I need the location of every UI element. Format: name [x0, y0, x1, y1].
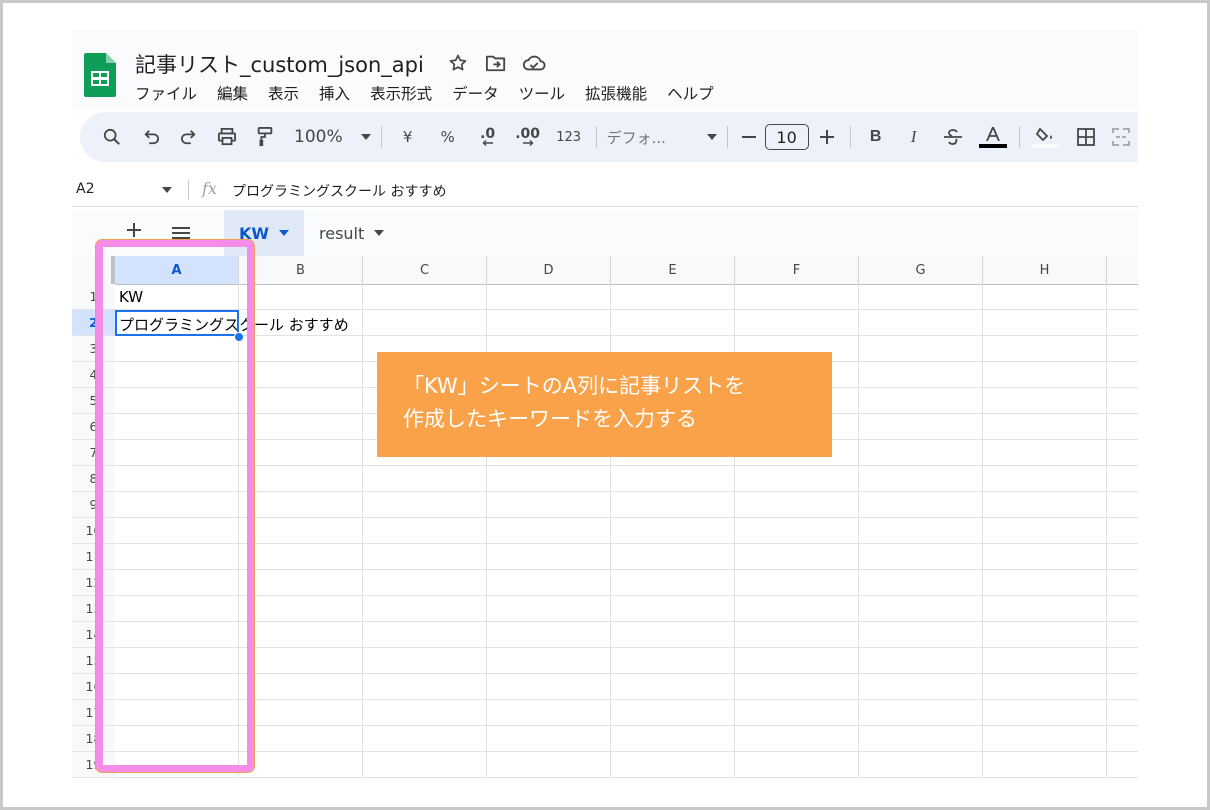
increase-decimal-label: .00: [515, 126, 541, 142]
column-a-highlight: [95, 239, 255, 773]
chevron-down-icon: [360, 134, 371, 140]
strikethrough-icon[interactable]: [933, 120, 973, 154]
formula-divider: [188, 180, 189, 200]
arrow-left-icon: [482, 140, 493, 146]
name-box[interactable]: A2: [76, 181, 94, 197]
undo-icon[interactable]: [132, 120, 170, 154]
zoom-value: 100%: [294, 127, 343, 147]
formula-input[interactable]: プログラミングスクール おすすめ: [232, 181, 446, 201]
menu-extensions[interactable]: 拡張機能: [585, 82, 647, 104]
column-header-h[interactable]: H: [983, 256, 1107, 284]
redo-icon[interactable]: [170, 120, 208, 154]
chevron-down-icon: [279, 230, 290, 236]
document-title[interactable]: 記事リスト_custom_json_api: [135, 49, 424, 79]
toolbar-divider: [595, 126, 597, 148]
add-sheet-icon[interactable]: [127, 222, 141, 241]
font-family-value: デフォ...: [606, 128, 666, 147]
italic-icon[interactable]: I: [895, 120, 933, 154]
font-size-input[interactable]: 10: [764, 124, 809, 150]
menu-tools[interactable]: ツール: [519, 82, 566, 104]
chevron-down-icon: [706, 134, 717, 140]
menu-bar: ファイル 編集 表示 挿入 表示形式 データ ツール 拡張機能 ヘルプ: [135, 82, 734, 104]
fill-color-icon[interactable]: [1026, 120, 1066, 154]
decrease-decimal-label: .0: [480, 126, 496, 142]
sheets-logo-icon[interactable]: [84, 53, 116, 97]
menu-format[interactable]: 表示形式: [370, 82, 432, 104]
chevron-down-icon[interactable]: [162, 187, 172, 193]
zoom-select[interactable]: 100%: [284, 120, 375, 154]
bold-icon[interactable]: B: [857, 120, 895, 154]
column-header-f[interactable]: F: [735, 256, 859, 284]
sheet-tab-label: result: [319, 223, 365, 243]
font-size-increase-icon[interactable]: [810, 120, 844, 154]
star-icon[interactable]: [446, 51, 470, 75]
increase-decimal-button[interactable]: .00: [508, 120, 548, 154]
arrow-right-icon: [522, 140, 534, 146]
print-icon[interactable]: [208, 120, 246, 154]
paint-format-icon[interactable]: [246, 120, 284, 154]
font-size-decrease-icon[interactable]: [734, 120, 764, 154]
toolbar-divider: [1018, 126, 1020, 148]
app-header: 記事リスト_custom_json_api ファイル 編集 表示 挿入 表示形式…: [72, 30, 1138, 110]
instruction-callout: 「KW」シートのA列に記事リストを 作成したキーワードを入力する: [377, 352, 832, 457]
merge-cells-icon[interactable]: [1106, 120, 1136, 154]
menu-edit[interactable]: 編集: [217, 82, 248, 104]
menu-file[interactable]: ファイル: [135, 82, 197, 104]
percent-format-button[interactable]: %: [428, 120, 468, 154]
toolbar-divider: [380, 126, 382, 148]
column-divider: [982, 284, 983, 778]
sheet-tab-result[interactable]: result: [319, 210, 385, 256]
column-header-c[interactable]: C: [363, 256, 487, 284]
menu-insert[interactable]: 挿入: [319, 82, 350, 104]
column-divider: [1106, 284, 1107, 778]
more-formats-button[interactable]: 123: [548, 120, 590, 154]
menu-view[interactable]: 表示: [268, 82, 299, 104]
column-header-e[interactable]: E: [611, 256, 735, 284]
search-menus-icon[interactable]: [92, 120, 132, 154]
column-header-d[interactable]: D: [487, 256, 611, 284]
column-header-g[interactable]: G: [859, 256, 983, 284]
cloud-saved-icon[interactable]: [522, 51, 546, 75]
currency-format-button[interactable]: ¥: [388, 120, 428, 154]
decrease-decimal-button[interactable]: .0: [468, 120, 508, 154]
move-folder-icon[interactable]: [484, 51, 508, 75]
text-color-icon[interactable]: [973, 120, 1013, 154]
toolbar-divider: [849, 126, 851, 148]
toolbar-divider: [726, 126, 728, 148]
chevron-down-icon: [374, 230, 385, 236]
column-divider: [362, 284, 363, 778]
toolbar: 100% ¥ % .0 .00 123 デフォ... 10 B I: [80, 112, 1138, 162]
borders-icon[interactable]: [1066, 120, 1106, 154]
column-divider: [858, 284, 859, 778]
formula-bar: A2 fx プログラミングスクール おすすめ: [72, 172, 1138, 207]
column-header-b[interactable]: B: [239, 256, 363, 284]
menu-data[interactable]: データ: [452, 82, 499, 104]
fx-icon: fx: [202, 179, 217, 198]
font-family-select[interactable]: デフォ...: [603, 120, 721, 154]
menu-help[interactable]: ヘルプ: [667, 82, 714, 104]
